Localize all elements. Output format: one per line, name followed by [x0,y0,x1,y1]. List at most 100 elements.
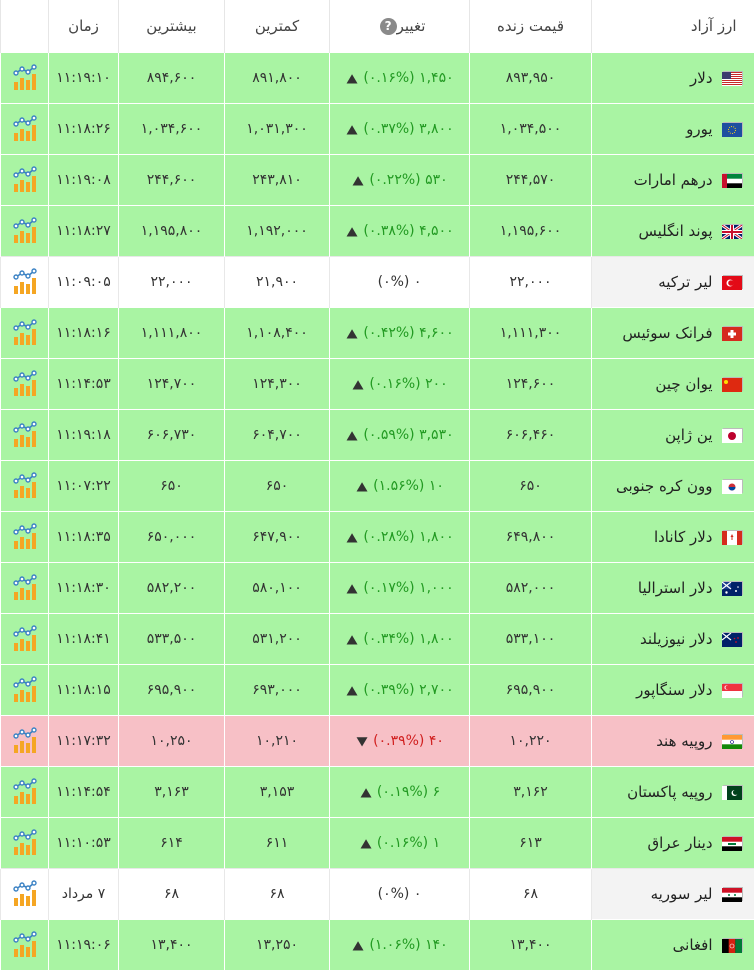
chevron-up-icon: ▲ [344,632,361,646]
change-cell: ۱,۸۰۰ (۰.۳۴%)▲ [330,613,470,664]
chart-icon[interactable] [1,625,48,653]
help-icon[interactable]: ? [380,18,397,35]
change-cell: ۱ (۰.۱۶%)▲ [330,817,470,868]
chart-icon-graphic [11,268,39,296]
chart-icon[interactable] [1,370,48,398]
chart-icon[interactable] [1,166,48,194]
price-cell: ۶۵۰ [470,460,592,511]
currency-name-cell[interactable]: لیر سوریه [592,868,754,919]
currency-name-cell[interactable]: پوند انگلیس [592,205,754,256]
currency-name-cell[interactable]: دلار نیوزیلند [592,613,754,664]
chart-icon[interactable] [1,829,48,857]
high-cell: ۵۳۳,۵۰۰ [119,613,225,664]
table-row[interactable]: لیر سوریه۶۸۰ (۰%)۶۸۶۸۷ مرداد [1,868,754,919]
chart-icon[interactable] [1,472,48,500]
chart-icon[interactable] [1,268,48,296]
chart-cell[interactable] [1,664,49,715]
currency-name-cell[interactable]: روپیه پاکستان [592,766,754,817]
table-row[interactable]: درهم امارات۲۴۴,۵۷۰۵۳۰ (۰.۲۲%)▲۲۴۳,۸۱۰۲۴۴… [1,154,754,205]
chart-cell[interactable] [1,103,49,154]
table-row[interactable]: وون کره جنوبی۶۵۰۱۰ (۱.۵۶%)▲۶۵۰۶۵۰۱۱:۰۷:۲… [1,460,754,511]
price-cell: ۱,۱۱۱,۳۰۰ [470,307,592,358]
table-row[interactable]: ین ژاپن۶۰۶,۴۶۰۳,۵۳۰ (۰.۵۹%)▲۶۰۴,۷۰۰۶۰۶,۷… [1,409,754,460]
chart-icon[interactable] [1,574,48,602]
table-row[interactable]: فرانک سوئیس۱,۱۱۱,۳۰۰۴,۶۰۰ (۰.۴۲%)▲۱,۱۰۸,… [1,307,754,358]
flag-pk-icon [723,785,743,799]
chart-cell[interactable] [1,817,49,868]
table-row[interactable]: یوان چین۱۲۴,۶۰۰۲۰۰ (۰.۱۶%)▲۱۲۴,۳۰۰۱۲۴,۷۰… [1,358,754,409]
table-row[interactable]: پوند انگلیس۱,۱۹۵,۶۰۰۴,۵۰۰ (۰.۳۸%)▲۱,۱۹۲,… [1,205,754,256]
chevron-up-icon: ▲ [344,428,361,442]
chart-cell[interactable] [1,256,49,307]
flag-ca-icon [723,530,743,544]
price-cell: ۲۴۴,۵۷۰ [470,154,592,205]
currency-name-cell[interactable]: دلار استرالیا [592,562,754,613]
change-value: ۴۰ (۰.۳۹%) [373,733,444,749]
change-cell: ۴,۶۰۰ (۰.۴۲%)▲ [330,307,470,358]
currency-name-cell[interactable]: درهم امارات [592,154,754,205]
chart-icon[interactable] [1,778,48,806]
currency-name-cell[interactable]: دلار سنگاپور [592,664,754,715]
chart-cell[interactable] [1,307,49,358]
table-row[interactable]: دلار نیوزیلند۵۳۳,۱۰۰۱,۸۰۰ (۰.۳۴%)▲۵۳۱,۲۰… [1,613,754,664]
table-row[interactable]: دلار سنگاپور۶۹۵,۹۰۰۲,۷۰۰ (۰.۳۹%)▲۶۹۳,۰۰۰… [1,664,754,715]
high-cell: ۱,۰۳۴,۶۰۰ [119,103,225,154]
chart-cell[interactable] [1,868,49,919]
currency-name-cell[interactable]: یوان چین [592,358,754,409]
currency-name-cell[interactable]: دینار عراق [592,817,754,868]
currency-name-cell[interactable]: لیر ترکیه [592,256,754,307]
chart-icon[interactable] [1,931,48,959]
chart-icon[interactable] [1,64,48,92]
time-cell: ۱۱:۱۸:۱۵ [49,664,119,715]
chart-cell[interactable] [1,460,49,511]
currency-name-cell[interactable]: دلار کانادا [592,511,754,562]
change-cell: ۱۰ (۱.۵۶%)▲ [330,460,470,511]
chart-icon[interactable] [1,115,48,143]
chart-icon-graphic [11,319,39,347]
currency-name-cell[interactable]: روپیه هند [592,715,754,766]
table-row[interactable]: افغانی۱۳,۴۰۰۱۴۰ (۱.۰۶%)▲۱۳,۲۵۰۱۳,۴۰۰۱۱:۱… [1,919,754,970]
time-cell: ۱۱:۱۸:۴۱ [49,613,119,664]
chart-icon[interactable] [1,217,48,245]
chart-cell[interactable] [1,919,49,970]
chart-cell[interactable] [1,715,49,766]
low-cell: ۶۵۰ [225,460,330,511]
currency-name: لیر ترکیه [658,273,712,291]
change-value: ۲۰۰ (۰.۱۶%) [369,376,447,392]
currency-name-cell[interactable]: فرانک سوئیس [592,307,754,358]
chart-cell[interactable] [1,511,49,562]
currency-name-cell[interactable]: وون کره جنوبی [592,460,754,511]
chart-cell[interactable] [1,205,49,256]
chevron-up-icon: ▲ [344,71,361,85]
chart-icon[interactable] [1,676,48,704]
chart-icon[interactable] [1,421,48,449]
currency-name-cell[interactable]: افغانی [592,919,754,970]
chart-cell[interactable] [1,562,49,613]
table-row[interactable]: روپیه پاکستان۳,۱۶۲۶ (۰.۱۹%)▲۳,۱۵۳۳,۱۶۳۱۱… [1,766,754,817]
table-row[interactable]: روپیه هند۱۰,۲۲۰۴۰ (۰.۳۹%)▼۱۰,۲۱۰۱۰,۲۵۰۱۱… [1,715,754,766]
table-row[interactable]: دلار۸۹۳,۹۵۰۱,۴۵۰ (۰.۱۶%)▲۸۹۱,۸۰۰۸۹۴,۶۰۰۱… [1,52,754,103]
chart-cell[interactable] [1,52,49,103]
chart-icon[interactable] [1,319,48,347]
chart-icon[interactable] [1,880,48,908]
chart-icon[interactable] [1,523,48,551]
chart-cell[interactable] [1,358,49,409]
table-row[interactable]: دلار استرالیا۵۸۲,۰۰۰۱,۰۰۰ (۰.۱۷%)▲۵۸۰,۱۰… [1,562,754,613]
currency-name-cell[interactable]: دلار [592,52,754,103]
currency-name-cell[interactable]: یورو [592,103,754,154]
flag-tr-icon [723,275,743,289]
high-cell: ۳,۱۶۳ [119,766,225,817]
chart-cell[interactable] [1,154,49,205]
table-row[interactable]: یورو۱,۰۳۴,۵۰۰۳,۸۰۰ (۰.۳۷%)▲۱,۰۳۱,۳۰۰۱,۰۳… [1,103,754,154]
currency-name-cell[interactable]: ین ژاپن [592,409,754,460]
table-row[interactable]: دینار عراق۶۱۳۱ (۰.۱۶%)▲۶۱۱۶۱۴۱۱:۱۰:۵۳ [1,817,754,868]
change-value: ۴,۶۰۰ (۰.۴۲%) [363,325,453,341]
chart-icon[interactable] [1,727,48,755]
table-row[interactable]: دلار کانادا۶۴۹,۸۰۰۱,۸۰۰ (۰.۲۸%)▲۶۴۷,۹۰۰۶… [1,511,754,562]
chart-cell[interactable] [1,409,49,460]
flag-sy-icon [723,887,743,901]
chart-cell[interactable] [1,766,49,817]
time-cell: ۱۱:۰۷:۲۲ [49,460,119,511]
chart-cell[interactable] [1,613,49,664]
table-row[interactable]: لیر ترکیه۲۲,۰۰۰۰ (۰%)۲۱,۹۰۰۲۲,۰۰۰۱۱:۰۹:۰… [1,256,754,307]
